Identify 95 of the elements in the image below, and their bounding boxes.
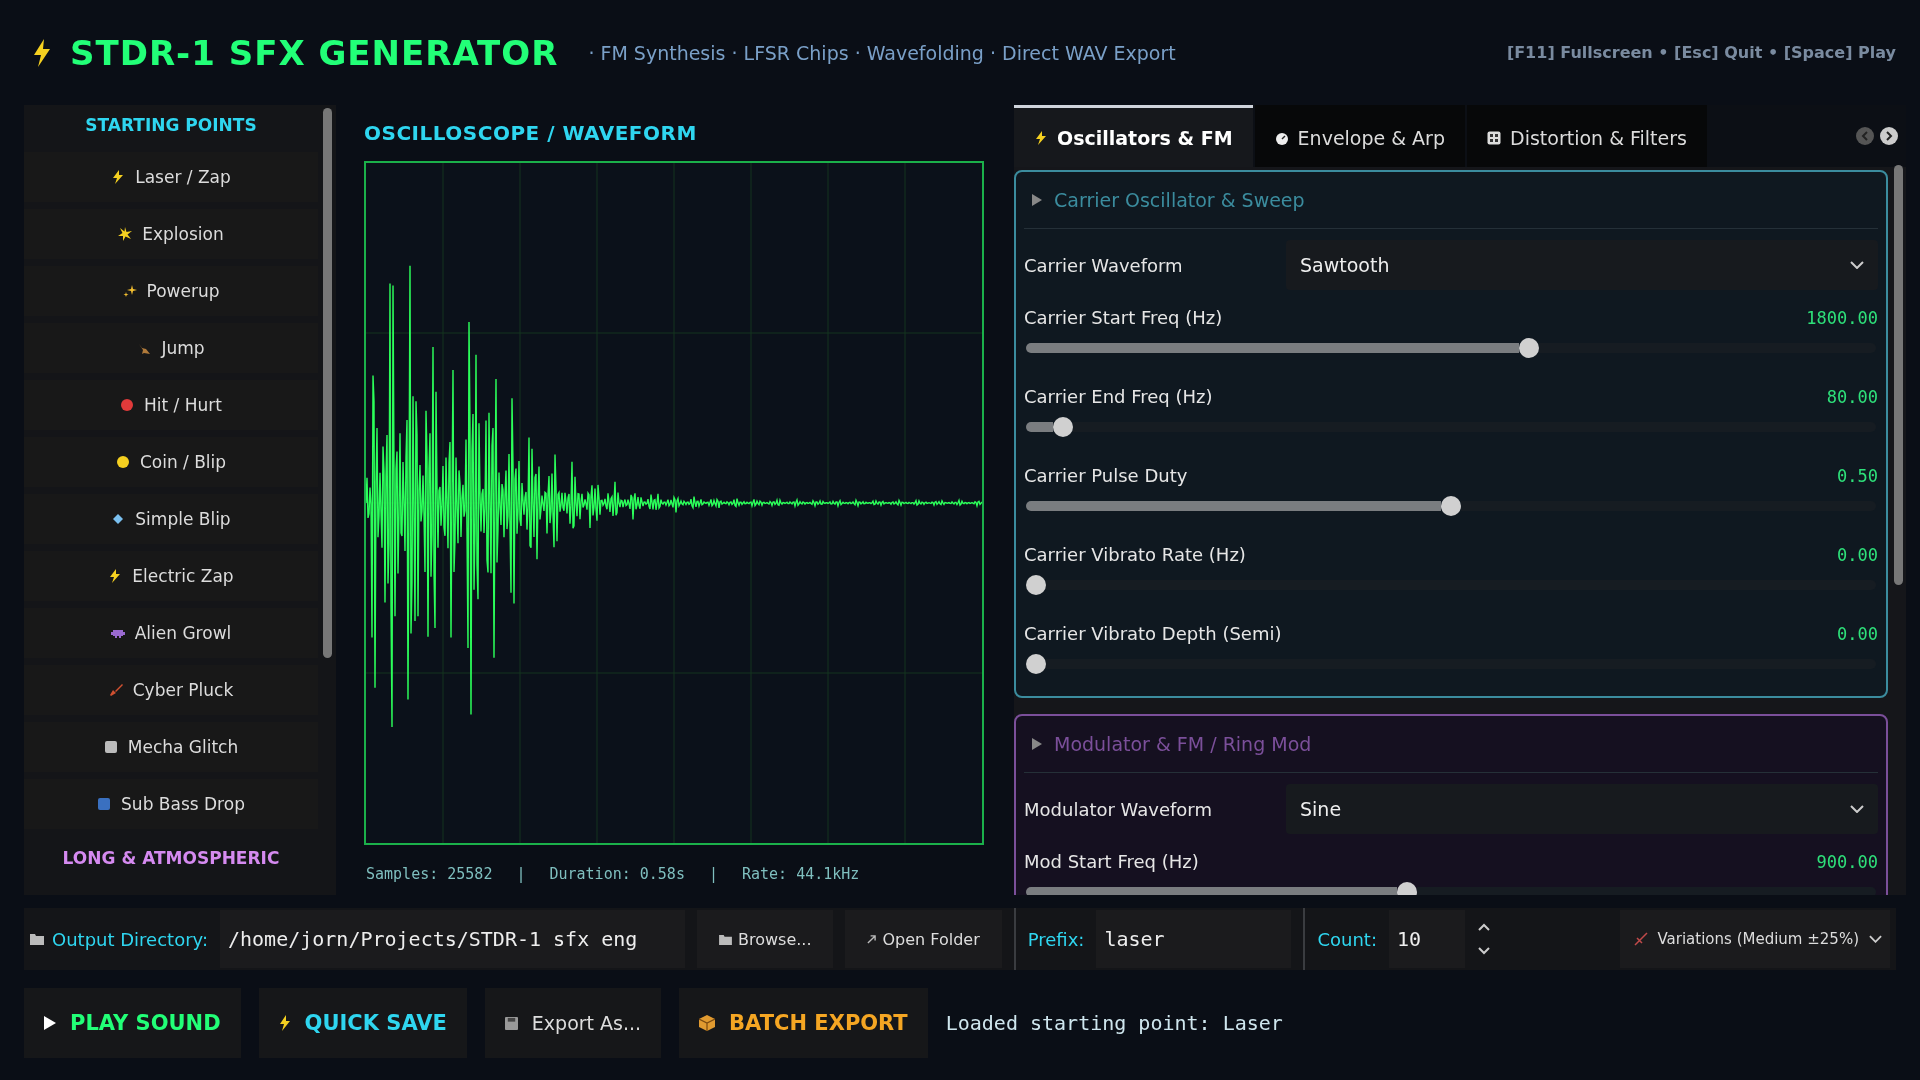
value-readout: 80.00 [1826, 386, 1878, 407]
field-label: Prefix: [1027, 928, 1085, 950]
folder-icon [30, 933, 44, 945]
app-title: STDR-1 SFX GENERATOR [70, 32, 559, 73]
open-folder-button[interactable]: Open Folder [845, 910, 1002, 968]
directory-field[interactable]: /home/jorn/Projects/STDR-1 sfx eng [219, 910, 685, 968]
play-icon [44, 1016, 56, 1030]
field-label: Mod Start Freq (Hz) [1024, 851, 1199, 872]
section-heading: STARTING POINTS [85, 114, 257, 137]
prefix-field[interactable]: laser [1096, 910, 1292, 968]
preset-button[interactable]: Coin / Blip [24, 437, 318, 487]
value-readout: 0.00 [1837, 623, 1878, 644]
tab[interactable]: Envelope & Arp [1254, 105, 1465, 167]
preset-button[interactable]: Sub Bass Drop [24, 779, 318, 829]
bolt-icon [32, 38, 52, 67]
value-readout: 0.50 [1837, 465, 1878, 486]
slider-thumb[interactable] [1053, 417, 1074, 437]
timer-icon [1274, 130, 1289, 145]
slider-thumb[interactable] [1026, 575, 1046, 595]
field-label: Carrier Vibrato Rate (Hz) [1024, 544, 1246, 565]
folder-icon [718, 933, 732, 945]
separator-text: | [708, 865, 718, 883]
directory-label: Output Directory: [52, 928, 208, 950]
scroll-right-icon[interactable] [1880, 127, 1898, 145]
count-field[interactable]: 10 [1388, 910, 1465, 968]
browse-button[interactable]: Browse... [696, 910, 834, 968]
field-label: Carrier End Freq (Hz) [1024, 386, 1213, 407]
group-title[interactable]: Carrier Oscillator & Sweep [1054, 189, 1305, 211]
sample-count: Samples: 25582 [366, 865, 493, 883]
slider-fill [1026, 422, 1054, 432]
play-button[interactable]: PLAY SOUND [24, 988, 241, 1058]
preset-button[interactable]: Simple Blip [24, 494, 318, 544]
rate-text: Rate: 44.1kHz [741, 865, 860, 883]
value-readout: 1800.00 [1806, 307, 1878, 328]
bolt-icon [108, 569, 123, 583]
field-label: Carrier Waveform [1024, 254, 1184, 276]
field-label: Modulator Waveform [1024, 798, 1213, 820]
field-label: Carrier Start Freq (Hz) [1024, 307, 1223, 328]
duration-text: Duration: 0.58s [549, 865, 685, 883]
variations-dropdown[interactable]: Variations (Medium ±25%) [1619, 910, 1890, 968]
chevron-down-icon [1869, 935, 1882, 943]
slider-thumb[interactable] [1519, 338, 1539, 358]
value-readout: 0.00 [1837, 544, 1878, 565]
scrollbar-thumb[interactable] [323, 108, 332, 658]
field-label: Carrier Vibrato Depth (Semi) [1024, 623, 1282, 644]
preset-button[interactable]: Powerup [24, 266, 318, 316]
slider-thumb[interactable] [1026, 654, 1046, 674]
preset-button[interactable]: Laser / Zap [24, 152, 318, 202]
coin-icon [115, 455, 130, 469]
box-icon [699, 1015, 716, 1031]
quick-save-button[interactable]: QUICK SAVE [258, 988, 467, 1058]
section-heading: LONG & ATMOSPHERIC [62, 847, 280, 870]
grid-icon [1487, 130, 1501, 145]
slider-track[interactable] [1046, 659, 1876, 669]
diamond-icon [111, 512, 126, 526]
slider-thumb[interactable] [1441, 496, 1461, 516]
status-message: Loaded starting point: Laser [945, 1011, 1283, 1035]
field-label: Count: [1317, 928, 1377, 950]
slider-track[interactable] [1539, 343, 1876, 353]
slider-track[interactable] [1461, 501, 1876, 511]
preset-button[interactable]: Cyber Pluck [24, 665, 318, 715]
slider-track[interactable] [1046, 580, 1876, 590]
bolt-icon [278, 1015, 291, 1031]
arrow-icon [867, 934, 877, 944]
field-label: Carrier Pulse Duty [1024, 465, 1188, 486]
separator-text: | [516, 865, 526, 883]
spinner-icon[interactable] [1476, 922, 1491, 956]
preset-button[interactable]: Explosion [24, 209, 318, 259]
chevron-down-icon [1850, 261, 1864, 269]
preset-button[interactable]: Hit / Hurt [24, 380, 318, 430]
dropdown[interactable]: Sawtooth [1286, 240, 1878, 290]
sparkle-icon [122, 284, 137, 298]
chevron-down-icon [1850, 805, 1864, 813]
slider-track[interactable] [1073, 422, 1876, 432]
expand-icon[interactable] [1032, 194, 1042, 206]
panel-title: OSCILLOSCOPE / WAVEFORM [364, 120, 697, 147]
burst-icon [118, 227, 133, 241]
preset-button[interactable]: Alien Growl [24, 608, 318, 658]
dropdown[interactable]: Sine [1286, 784, 1878, 834]
export-as-button[interactable]: Export As... [484, 988, 662, 1058]
bolt-icon [1034, 130, 1048, 145]
app-subtitle: · FM Synthesis · LFSR Chips · Wavefolding · Direct WAV Export [588, 41, 1176, 64]
shortcut-hints: [F11] Fullscreen • [Esc] Quit • [Space] Play [1506, 43, 1896, 62]
value-readout: 900.00 [1816, 851, 1878, 872]
scrollbar-thumb[interactable] [1894, 165, 1903, 585]
slider-track[interactable] [1417, 887, 1876, 895]
expand-icon[interactable] [1032, 738, 1042, 750]
preset-button[interactable]: Electric Zap [24, 551, 318, 601]
tab[interactable]: Distortion & Filters [1467, 105, 1707, 167]
preset-button[interactable]: Mecha Glitch [24, 722, 318, 772]
scroll-left-icon[interactable] [1856, 127, 1874, 145]
bolt-icon [111, 170, 126, 184]
tab[interactable]: Oscillators & FM [1014, 105, 1253, 167]
batch-export-button[interactable]: BATCH EXPORT [679, 988, 928, 1058]
preset-button[interactable]: Jump [24, 323, 318, 373]
